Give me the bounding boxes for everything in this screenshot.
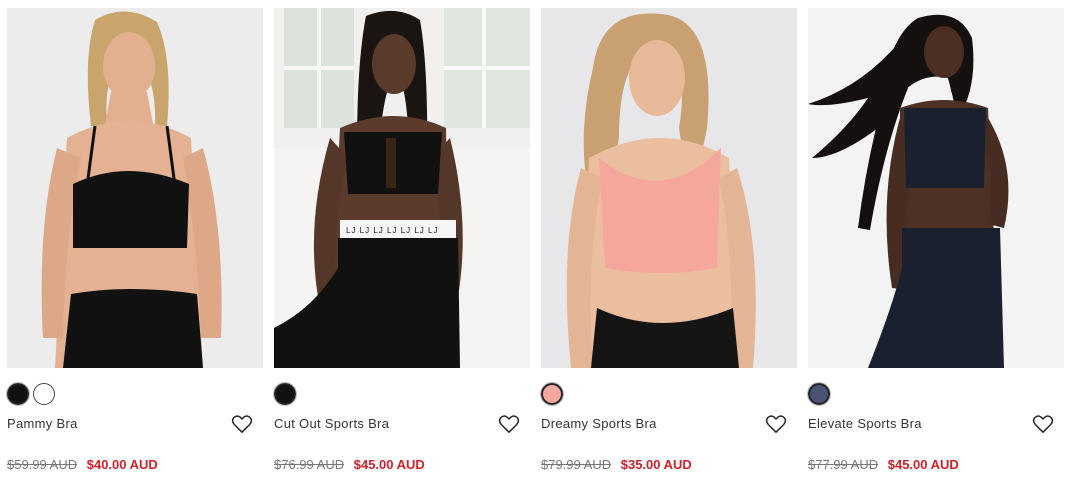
heart-outline-icon[interactable] [498,414,520,434]
swatch-white[interactable] [33,383,55,405]
swatch-black[interactable] [6,382,30,406]
price-row: $59.99 AUD $40.00 AUD [7,457,158,472]
product-image[interactable] [808,8,1064,368]
sale-price: $45.00 AUD [887,457,959,472]
product-card[interactable]: Pammy Bra $59.99 AUD $40.00 AUD [6,8,263,479]
svg-text:LJ LJ LJ LJ LJ LJ LJ: LJ LJ LJ LJ LJ LJ LJ [346,226,438,235]
product-name[interactable]: Dreamy Sports Bra [541,416,657,431]
heart-outline-icon[interactable] [1032,414,1054,434]
product-card[interactable]: Dreamy Sports Bra $79.99 AUD $35.00 AUD [540,8,797,479]
color-swatches [807,382,831,406]
price-row: $77.99 AUD $45.00 AUD [808,457,959,472]
model-photo-cut-out: LJ LJ LJ LJ LJ LJ LJ [274,8,530,368]
price-row: $76.99 AUD $45.00 AUD [274,457,425,472]
product-name[interactable]: Elevate Sports Bra [808,416,922,431]
heart-outline-icon[interactable] [231,414,253,434]
original-price: $79.99 AUD [541,457,612,472]
original-price: $76.99 AUD [274,457,345,472]
product-card[interactable]: LJ LJ LJ LJ LJ LJ LJ Cut Out Sports Bra … [273,8,530,479]
original-price: $59.99 AUD [7,457,78,472]
price-row: $79.99 AUD $35.00 AUD [541,457,692,472]
product-name[interactable]: Pammy Bra [7,416,78,431]
swatch-black[interactable] [273,382,297,406]
sale-price: $40.00 AUD [86,457,158,472]
heart-outline-icon[interactable] [765,414,787,434]
product-image[interactable]: LJ LJ LJ LJ LJ LJ LJ [274,8,530,368]
swatch-navy[interactable] [807,382,831,406]
product-grid: Pammy Bra $59.99 AUD $40.00 AUD LJ LJ LJ… [0,0,1080,479]
color-swatches [273,382,297,406]
sale-price: $35.00 AUD [620,457,692,472]
product-card[interactable]: Elevate Sports Bra $77.99 AUD $45.00 AUD [807,8,1064,479]
model-photo-dreamy [541,8,797,368]
sale-price: $45.00 AUD [353,457,425,472]
model-photo-elevate [808,8,1064,368]
model-photo-pammy [7,8,263,368]
product-name[interactable]: Cut Out Sports Bra [274,416,389,431]
swatch-pink[interactable] [540,382,564,406]
product-image[interactable] [7,8,263,368]
color-swatches [540,382,564,406]
color-swatches [6,382,55,406]
product-image[interactable] [541,8,797,368]
original-price: $77.99 AUD [808,457,879,472]
